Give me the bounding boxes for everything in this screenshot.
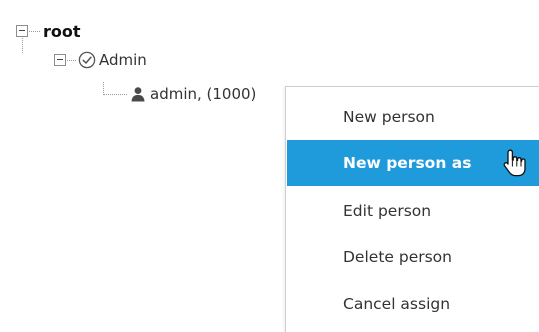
tree-node-admin-group[interactable]: Admin — [54, 49, 147, 71]
collapse-toggle-icon[interactable] — [54, 54, 66, 66]
context-menu: New person New person as Edit person Del… — [285, 86, 539, 332]
menu-item-delete-person[interactable]: Delete person — [287, 234, 539, 280]
collapse-toggle-icon[interactable] — [16, 25, 28, 37]
tree-connector — [29, 30, 40, 32]
menu-item-new-person[interactable]: New person — [287, 94, 539, 140]
menu-item-label: New person as — [343, 154, 472, 172]
tree-connector — [103, 82, 127, 95]
person-icon — [130, 86, 146, 102]
menu-item-edit-person[interactable]: Edit person — [287, 188, 539, 234]
check-circle-icon — [78, 51, 96, 69]
menu-item-cancel-assign[interactable]: Cancel assign — [287, 281, 539, 327]
tree-node-label: Admin — [99, 51, 147, 69]
tree-connector — [67, 59, 76, 61]
menu-item-new-person-as[interactable]: New person as — [287, 140, 539, 186]
tree-node-person[interactable]: admin, (1000) — [130, 83, 256, 105]
tree-node-root[interactable]: root — [16, 20, 81, 42]
tree-node-label: admin, (1000) — [150, 85, 257, 103]
tree-panel: root Admin admin, (1000) New person New … — [0, 0, 539, 332]
tree-node-label: root — [43, 21, 81, 41]
